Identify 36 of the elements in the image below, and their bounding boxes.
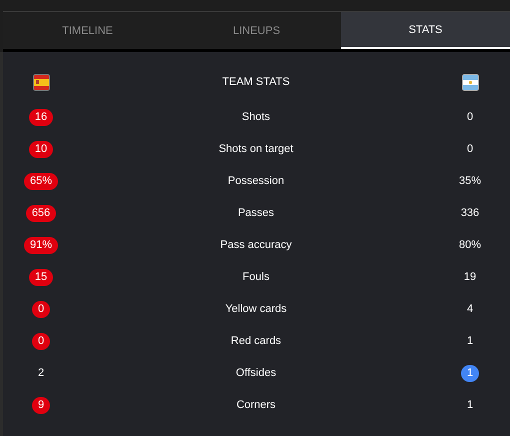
stat-label: Pass accuracy	[220, 239, 292, 251]
stat-value: 4	[466, 302, 474, 316]
stat-value: 35%	[458, 174, 482, 188]
stat-badge: 9	[32, 396, 50, 414]
stat-badge: 1	[460, 364, 480, 382]
stat-label: Shots	[242, 111, 270, 123]
tab[interactable]: TIMELINE	[3, 12, 172, 49]
flag-icon	[462, 74, 478, 90]
tab[interactable]: STATS	[341, 12, 510, 49]
stat-label: Passes	[238, 207, 274, 219]
stat-badge: 65%	[24, 172, 58, 190]
stat-value: 0	[466, 142, 474, 156]
stat-value: 19	[464, 270, 476, 284]
stat-badge: 91%	[24, 236, 58, 254]
stat-badge: 10	[28, 140, 54, 158]
stat-value: 80%	[458, 238, 482, 252]
stat-badge: 15	[28, 268, 54, 286]
stat-label: Offsides	[236, 367, 276, 379]
tab[interactable]: LINEUPS	[172, 12, 341, 49]
flag-icon	[32, 74, 50, 90]
section-title: TEAM STATS	[222, 76, 290, 88]
stat-label: Yellow cards	[225, 303, 287, 315]
stat-badge: 0	[32, 300, 50, 318]
stat-badge: 16	[28, 108, 54, 126]
stat-value: 1	[466, 334, 474, 348]
stat-badge: 0	[32, 332, 50, 350]
stat-label: Fouls	[242, 271, 270, 283]
stat-label: Possession	[228, 175, 284, 187]
stat-label: Corners	[236, 399, 276, 411]
stat-label: Shots on target	[218, 143, 294, 155]
stat-value: 336	[460, 206, 480, 220]
stat-value: 0	[466, 110, 474, 124]
stat-badge: 656	[26, 204, 56, 222]
stat-label: Red cards	[230, 335, 282, 347]
stat-value: 1	[466, 398, 474, 412]
stat-value: 2	[38, 366, 44, 380]
